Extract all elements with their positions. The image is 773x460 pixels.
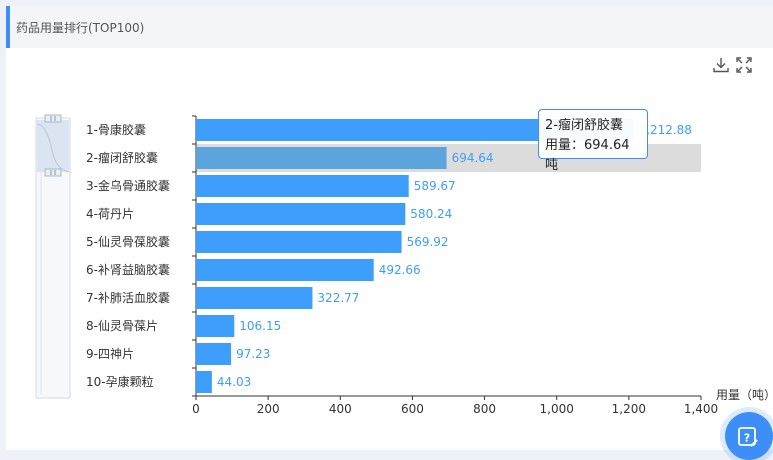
zoom-handle-top[interactable]: [44, 114, 62, 123]
tooltip-title: 2-瘤闭舒胶囊: [545, 118, 623, 133]
value-label: 106.15: [239, 319, 281, 333]
category-label: 4-荷丹片: [86, 207, 134, 221]
x-tick-label: 400: [329, 402, 352, 416]
value-label: 694.64: [452, 151, 494, 165]
category-label: 1-骨康胶囊: [86, 122, 146, 137]
download-icon[interactable]: [712, 56, 730, 74]
bar[interactable]: [196, 259, 374, 281]
x-tick-label: 0: [192, 402, 200, 416]
value-label: 44.03: [217, 375, 251, 389]
chart-tooltip: 2-瘤闭舒胶囊 用量：694.64吨: [538, 109, 648, 173]
help-button[interactable]: ?: [725, 412, 773, 460]
x-tick-label: 600: [401, 402, 424, 416]
edit-help-icon: ?: [738, 427, 758, 447]
category-label: 6-补肾益脑胶囊: [86, 262, 170, 277]
category-label: 2-瘤闭舒胶囊: [86, 150, 158, 165]
bar-chart: 1-骨康胶囊 1,212.882-瘤闭舒胶囊 694.643-金乌骨通胶囊 589.6…: [35, 114, 773, 416]
value-label: 97.23: [236, 347, 270, 361]
bar[interactable]: [196, 175, 409, 197]
data-zoom-slider[interactable]: [35, 114, 71, 399]
bar[interactable]: [196, 147, 447, 169]
svg-text:?: ?: [744, 432, 750, 445]
bar[interactable]: [196, 343, 232, 365]
category-label: 9-四神片: [86, 347, 134, 361]
category-label: 10-孕康颗粒: [86, 374, 154, 389]
x-axis-title: 用量（吨）: [716, 388, 773, 402]
bar[interactable]: [196, 371, 212, 393]
bar[interactable]: [196, 203, 406, 225]
x-tick-label: 1,200: [612, 402, 646, 416]
bar[interactable]: [196, 287, 313, 309]
value-label: 322.77: [317, 291, 359, 305]
bar[interactable]: [196, 231, 402, 253]
fullscreen-icon[interactable]: [735, 56, 753, 74]
x-tick-label: 800: [473, 402, 496, 416]
category-label: 7-补肺活血胶囊: [86, 290, 170, 305]
category-label: 8-仙灵骨葆片: [86, 319, 158, 333]
value-label: 569.92: [407, 235, 449, 249]
tooltip-value: 用量：694.64吨: [545, 138, 630, 173]
value-label: 589.67: [414, 179, 456, 193]
zoom-handle-bottom[interactable]: [44, 168, 62, 177]
value-label: 580.24: [410, 207, 452, 221]
x-tick-label: 1,000: [540, 402, 574, 416]
bar[interactable]: [196, 315, 235, 337]
category-label: 5-仙灵骨葆胶囊: [86, 234, 170, 249]
category-label: 3-金乌骨通胶囊: [86, 178, 170, 193]
x-tick-label: 1,400: [684, 402, 718, 416]
plot-area: 1-骨康胶囊 1,212.882-瘤闭舒胶囊 694.643-金乌骨通胶囊 589.6…: [86, 115, 773, 416]
x-tick-label: 200: [257, 402, 280, 416]
value-label: 492.66: [379, 263, 421, 277]
